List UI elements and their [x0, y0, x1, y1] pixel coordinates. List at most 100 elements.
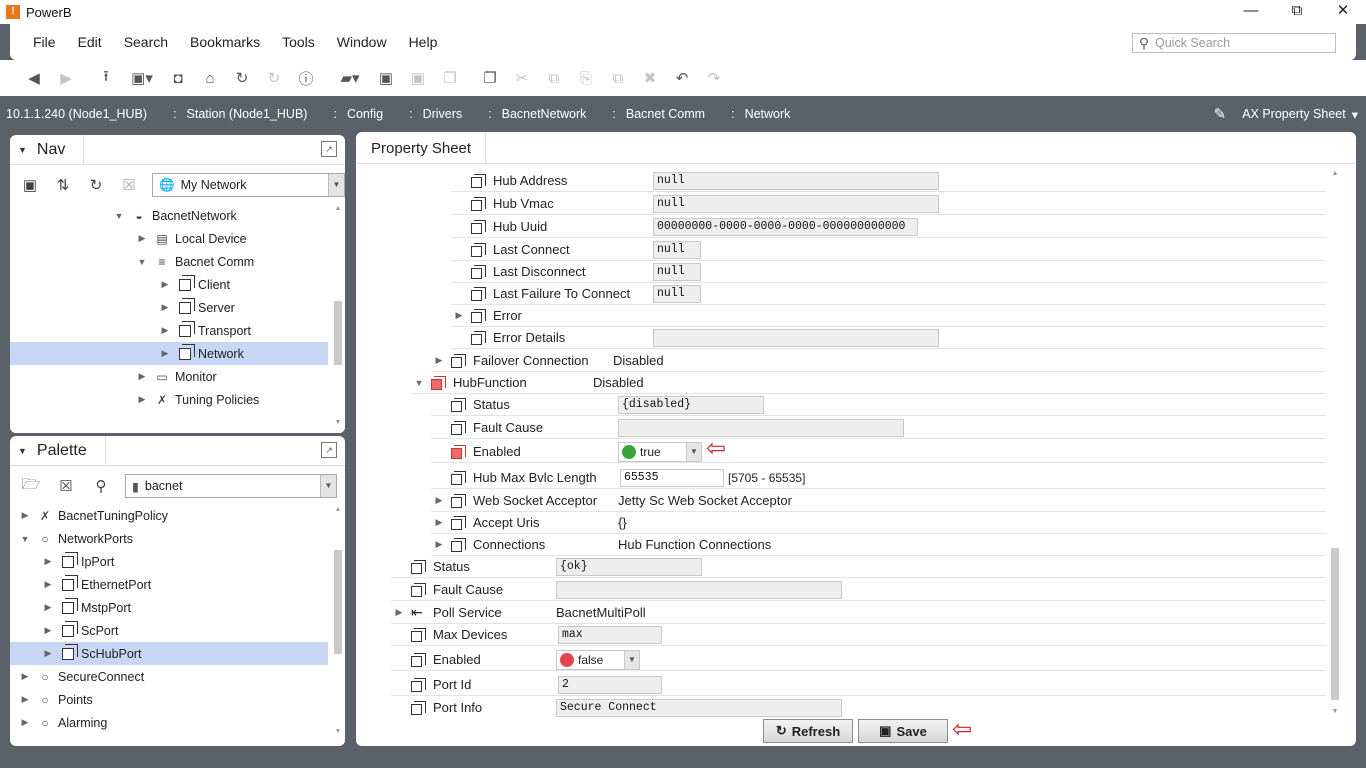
cut-icon[interactable]: ✂	[510, 66, 534, 90]
expander-icon[interactable]: ▶	[18, 717, 32, 728]
maximize-icon[interactable]: ↗	[321, 141, 337, 157]
tree-item-local-device[interactable]: ▶ ▤ Local Device	[10, 227, 328, 250]
tree-item-tuning-policies[interactable]: ▶ ✗ Tuning Policies	[10, 388, 328, 411]
expander-icon[interactable]: ▶	[18, 510, 32, 521]
expander-icon[interactable]: ▶	[41, 625, 55, 636]
spy-icon[interactable]: ↻	[262, 66, 286, 90]
forward-icon[interactable]: ▶	[54, 66, 78, 90]
collapse-caret-icon[interactable]: ▼	[18, 145, 27, 155]
expand-icon[interactable]: ▶	[433, 355, 445, 366]
open-palette-icon[interactable]: 🗁	[20, 475, 42, 497]
open-folder-icon[interactable]: ▰▾	[334, 66, 366, 90]
save-button[interactable]: ▣ Save	[858, 719, 948, 743]
quick-search-input[interactable]: ⚲ Quick Search	[1132, 33, 1336, 53]
expander-icon[interactable]: ▶	[41, 579, 55, 590]
property-value-field[interactable]: 00000000-0000-0000-0000-000000000000	[653, 217, 918, 236]
menu-file[interactable]: File	[10, 34, 67, 50]
commands-icon[interactable]: ❐	[478, 66, 502, 90]
menu-help[interactable]: Help	[398, 34, 449, 50]
scroll-up-icon[interactable]: ▲	[1328, 170, 1342, 180]
pencil-icon[interactable]: ✎	[1214, 105, 1227, 123]
menu-bookmarks[interactable]: Bookmarks	[179, 34, 271, 50]
menu-edit[interactable]: Edit	[67, 34, 113, 50]
property-value-field[interactable]	[653, 328, 939, 347]
property-value-field[interactable]: {disabled}	[618, 395, 764, 414]
expander-icon[interactable]: ▶	[18, 694, 32, 705]
sync-icon[interactable]: ⇅	[53, 174, 73, 196]
view-selector[interactable]: ✎ AX Property Sheet ▾	[1214, 96, 1358, 132]
tree-item-bacnetnetwork[interactable]: ▼ ◒ BacnetNetwork	[10, 205, 328, 227]
breadcrumb-drivers[interactable]: Drivers	[417, 107, 469, 121]
close-nav-icon[interactable]: ☒	[119, 174, 139, 196]
property-value-field[interactable]: null	[653, 171, 939, 190]
find-icon[interactable]: ⚲	[90, 475, 112, 497]
maximize-icon[interactable]: ↗	[321, 442, 337, 458]
delete-icon[interactable]: ✖	[638, 66, 662, 90]
restore-icon[interactable]: ⧉	[1274, 0, 1320, 24]
tab-palette[interactable]: ▼ Palette	[10, 436, 106, 466]
tree-item-transport[interactable]: ▶ Transport	[10, 319, 328, 342]
expand-icon[interactable]: ▶	[453, 310, 465, 321]
info-icon[interactable]: ⓘ	[294, 66, 318, 90]
minimize-icon[interactable]: —	[1228, 0, 1274, 24]
property-value-field[interactable]: null	[653, 240, 701, 259]
property-sheet-scrollbar[interactable]: ▲ ▼	[1328, 170, 1342, 716]
expand-icon[interactable]: ▶	[393, 607, 405, 618]
expander-icon[interactable]: ▶	[158, 325, 172, 336]
copy-icon[interactable]: ⧉	[542, 66, 566, 90]
tree-item-points[interactable]: ▶ ○ Points	[10, 688, 328, 711]
property-value-field[interactable]: {ok}	[556, 557, 702, 576]
expander-icon[interactable]: ▼	[135, 257, 149, 267]
tree-item-schubport[interactable]: ▶ ScHubPort	[10, 642, 328, 665]
expand-icon[interactable]: ▶	[433, 517, 445, 528]
tree-item-mstpport[interactable]: ▶ MstpPort	[10, 596, 328, 619]
nav-scrollbar[interactable]: ▲ ▼	[331, 205, 345, 433]
scroll-up-icon[interactable]: ▲	[331, 506, 345, 516]
breadcrumb-network[interactable]: Network	[739, 107, 797, 121]
home-icon[interactable]: ⌂	[198, 66, 222, 90]
tab-property-sheet[interactable]: Property Sheet	[356, 132, 487, 163]
expander-icon[interactable]: ▶	[158, 348, 172, 359]
chevron-down-icon[interactable]: ▼	[686, 442, 701, 461]
expander-icon[interactable]: ▶	[135, 371, 149, 382]
property-value-dropdown[interactable]: true ▼	[618, 441, 702, 462]
property-value-field[interactable]: 2	[558, 675, 662, 694]
property-value-field[interactable]	[618, 418, 904, 437]
tree-item-server[interactable]: ▶ Server	[10, 296, 328, 319]
property-value-dropdown[interactable]: false ▼	[556, 649, 640, 670]
screenshot-icon[interactable]: ◘	[166, 66, 190, 90]
tab-nav[interactable]: ▼ Nav	[10, 135, 85, 165]
paste-icon[interactable]: ⎘	[574, 66, 598, 90]
scroll-thumb[interactable]	[1331, 548, 1339, 700]
tree-item-monitor[interactable]: ▶ ▭ Monitor	[10, 365, 328, 388]
property-value-field[interactable]: max	[558, 625, 662, 644]
property-value-field[interactable]	[556, 580, 842, 599]
save-bog-icon[interactable]: ▣	[406, 66, 430, 90]
undo-icon[interactable]: ↶	[670, 66, 694, 90]
refresh-button[interactable]: ↻ Refresh	[763, 719, 853, 743]
menu-window[interactable]: Window	[326, 34, 398, 50]
expander-icon[interactable]: ▶	[18, 671, 32, 682]
scroll-thumb[interactable]	[334, 301, 342, 365]
expander-icon[interactable]: ▶	[158, 302, 172, 313]
breadcrumb-bacnet-comm[interactable]: Bacnet Comm	[620, 107, 711, 121]
collapse-caret-icon[interactable]: ▼	[18, 446, 27, 456]
palette-scrollbar[interactable]: ▲ ▼	[331, 506, 345, 742]
tree-item-network[interactable]: ▶ Network	[10, 342, 328, 365]
refresh-icon[interactable]: ↻	[86, 174, 106, 196]
palette-module-select[interactable]: ▮ bacnet ▼	[125, 474, 337, 498]
property-value-field[interactable]: null	[653, 284, 701, 303]
breadcrumb-host[interactable]: 10.1.1.240 (Node1_HUB)	[0, 107, 153, 121]
tree-item-secureconnect[interactable]: ▶ ○ SecureConnect	[10, 665, 328, 688]
duplicate-icon[interactable]: ⧉	[606, 66, 630, 90]
breadcrumb-station[interactable]: Station (Node1_HUB)	[181, 107, 314, 121]
chevron-down-icon[interactable]: ▼	[624, 650, 639, 669]
chevron-down-icon[interactable]: ▼	[320, 475, 336, 497]
redo-icon[interactable]: ↷	[702, 66, 726, 90]
side-bar-icon[interactable]: ▣▾	[126, 66, 158, 90]
tree-item-ethernetport[interactable]: ▶ EthernetPort	[10, 573, 328, 596]
tree-item-bacnettuningpolicy[interactable]: ▶ ✗ BacnetTuningPolicy	[10, 506, 328, 527]
back-icon[interactable]: ◀	[22, 66, 46, 90]
menu-tools[interactable]: Tools	[271, 34, 326, 50]
expand-icon[interactable]: ▶	[433, 539, 445, 550]
